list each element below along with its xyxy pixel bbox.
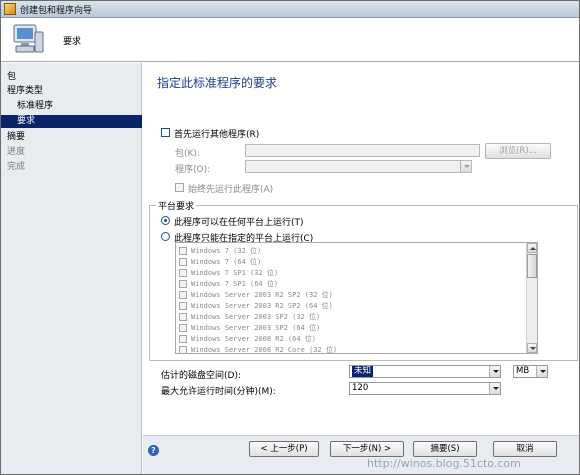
package-label: 包(K): xyxy=(175,149,200,159)
list-item[interactable]: Windows Server 2008 R2 (64 位) xyxy=(176,334,526,345)
disk-space-label: 估计的磁盘空间(D): xyxy=(161,371,241,381)
list-item[interactable]: Windows 7 SP1 (64 位) xyxy=(176,279,526,290)
platform-checkbox[interactable] xyxy=(179,247,187,255)
platform-any-label: 此程序可以在任何平台上运行(T) xyxy=(174,218,304,228)
window-title: 创建包和程序向导 xyxy=(20,6,93,16)
program-dropdown[interactable] xyxy=(245,160,472,173)
platform-checkbox[interactable] xyxy=(179,280,187,288)
sidebar-item-progress: 进度 xyxy=(7,147,26,157)
always-run-first-label: 始终先运行此程序(A) xyxy=(188,185,274,195)
sidebar-item-summary[interactable]: 摘要 xyxy=(1,131,142,144)
wizard-step-sidebar: 包 程序类型 标准程序 要求 摘要 进度 完成 xyxy=(1,63,142,474)
header-title: 要求 xyxy=(63,37,82,47)
platform-any-radio[interactable] xyxy=(161,216,170,225)
platform-group-label: 平台要求 xyxy=(156,199,197,212)
run-other-first-checkbox[interactable] xyxy=(161,128,170,137)
list-item[interactable]: Windows Server 2003 R2 SP2 (64 位) xyxy=(176,301,526,312)
platform-list[interactable]: Windows 7 (32 位) Windows 7 (64 位) Window… xyxy=(175,242,538,354)
sidebar-item-program-type[interactable]: 程序类型 xyxy=(1,85,142,98)
sidebar-item-standard-program[interactable]: 标准程序 xyxy=(1,100,142,113)
always-run-first-checkbox[interactable] xyxy=(175,183,184,192)
platform-checkbox[interactable] xyxy=(179,302,187,310)
back-button[interactable]: < 上一步(P) xyxy=(249,441,319,457)
title-bar[interactable]: 创建包和程序向导 xyxy=(1,1,579,18)
platform-checkbox[interactable] xyxy=(179,291,187,299)
list-item[interactable]: Windows Server 2008 R2 Core (32 位) xyxy=(176,345,526,353)
cancel-button[interactable]: 取消 xyxy=(493,441,557,457)
max-runtime-label: 最大允许运行时间(分钟)(M): xyxy=(161,387,276,397)
chevron-down-icon xyxy=(489,383,500,394)
chevron-down-icon xyxy=(460,161,471,172)
max-runtime-dropdown[interactable]: 120 xyxy=(349,382,501,395)
platform-checkbox[interactable] xyxy=(179,258,187,266)
program-label: 程序(O): xyxy=(175,165,211,175)
summary-button[interactable]: 摘要(S) xyxy=(413,441,477,457)
wizard-window: 创建包和程序向导 要求 包 程序类型 标准程序 要求 摘要 进度 完成 指定此标… xyxy=(0,0,580,475)
list-item[interactable]: Windows Server 2003 R2 SP2 (32 位) xyxy=(176,290,526,301)
disk-space-dropdown[interactable]: 未知 xyxy=(349,365,501,378)
list-item[interactable]: Windows 7 (64 位) xyxy=(176,257,526,268)
list-item[interactable]: Windows Server 2003 SP2 (32 位) xyxy=(176,312,526,323)
package-app-icon xyxy=(4,3,16,15)
chevron-down-icon xyxy=(489,366,500,377)
scroll-down-arrow-icon[interactable] xyxy=(527,343,537,353)
platform-checkbox[interactable] xyxy=(179,313,187,321)
computer-icon xyxy=(13,24,44,53)
wizard-header: 要求 xyxy=(1,18,579,62)
platform-checkbox[interactable] xyxy=(179,346,187,353)
platform-specific-radio[interactable] xyxy=(161,232,170,241)
platform-checkbox[interactable] xyxy=(179,335,187,343)
scroll-up-arrow-icon[interactable] xyxy=(527,243,537,253)
package-field xyxy=(245,144,480,157)
disk-unit-dropdown[interactable]: MB xyxy=(513,365,548,378)
sidebar-item-package[interactable]: 包 xyxy=(1,71,142,84)
requirements-page: 指定此标准程序的要求 首先运行其他程序(R) 包(K): 浏览(R)... 程序… xyxy=(143,63,579,435)
list-item[interactable]: Windows 7 SP1 (32 位) xyxy=(176,268,526,279)
sidebar-item-requirements[interactable]: 要求 xyxy=(1,115,142,128)
platform-checkbox[interactable] xyxy=(179,269,187,277)
page-title: 指定此标准程序的要求 xyxy=(157,76,278,90)
platform-list-scrollbar[interactable] xyxy=(526,243,537,353)
watermark-text: http://winos.blog.51cto.com xyxy=(367,457,521,470)
list-item[interactable]: Windows Server 2003 SP2 (64 位) xyxy=(176,323,526,334)
next-button[interactable]: 下一步(N) > xyxy=(330,441,404,457)
platform-checkbox[interactable] xyxy=(179,324,187,332)
chevron-down-icon xyxy=(536,366,547,377)
scrollbar-thumb[interactable] xyxy=(527,254,537,278)
run-other-first-label: 首先运行其他程序(R) xyxy=(174,130,260,140)
browse-button[interactable]: 浏览(R)... xyxy=(485,143,551,159)
help-icon[interactable]: ? xyxy=(148,445,159,456)
list-item[interactable]: Windows 7 (32 位) xyxy=(176,246,526,257)
sidebar-item-complete: 完成 xyxy=(7,162,26,172)
